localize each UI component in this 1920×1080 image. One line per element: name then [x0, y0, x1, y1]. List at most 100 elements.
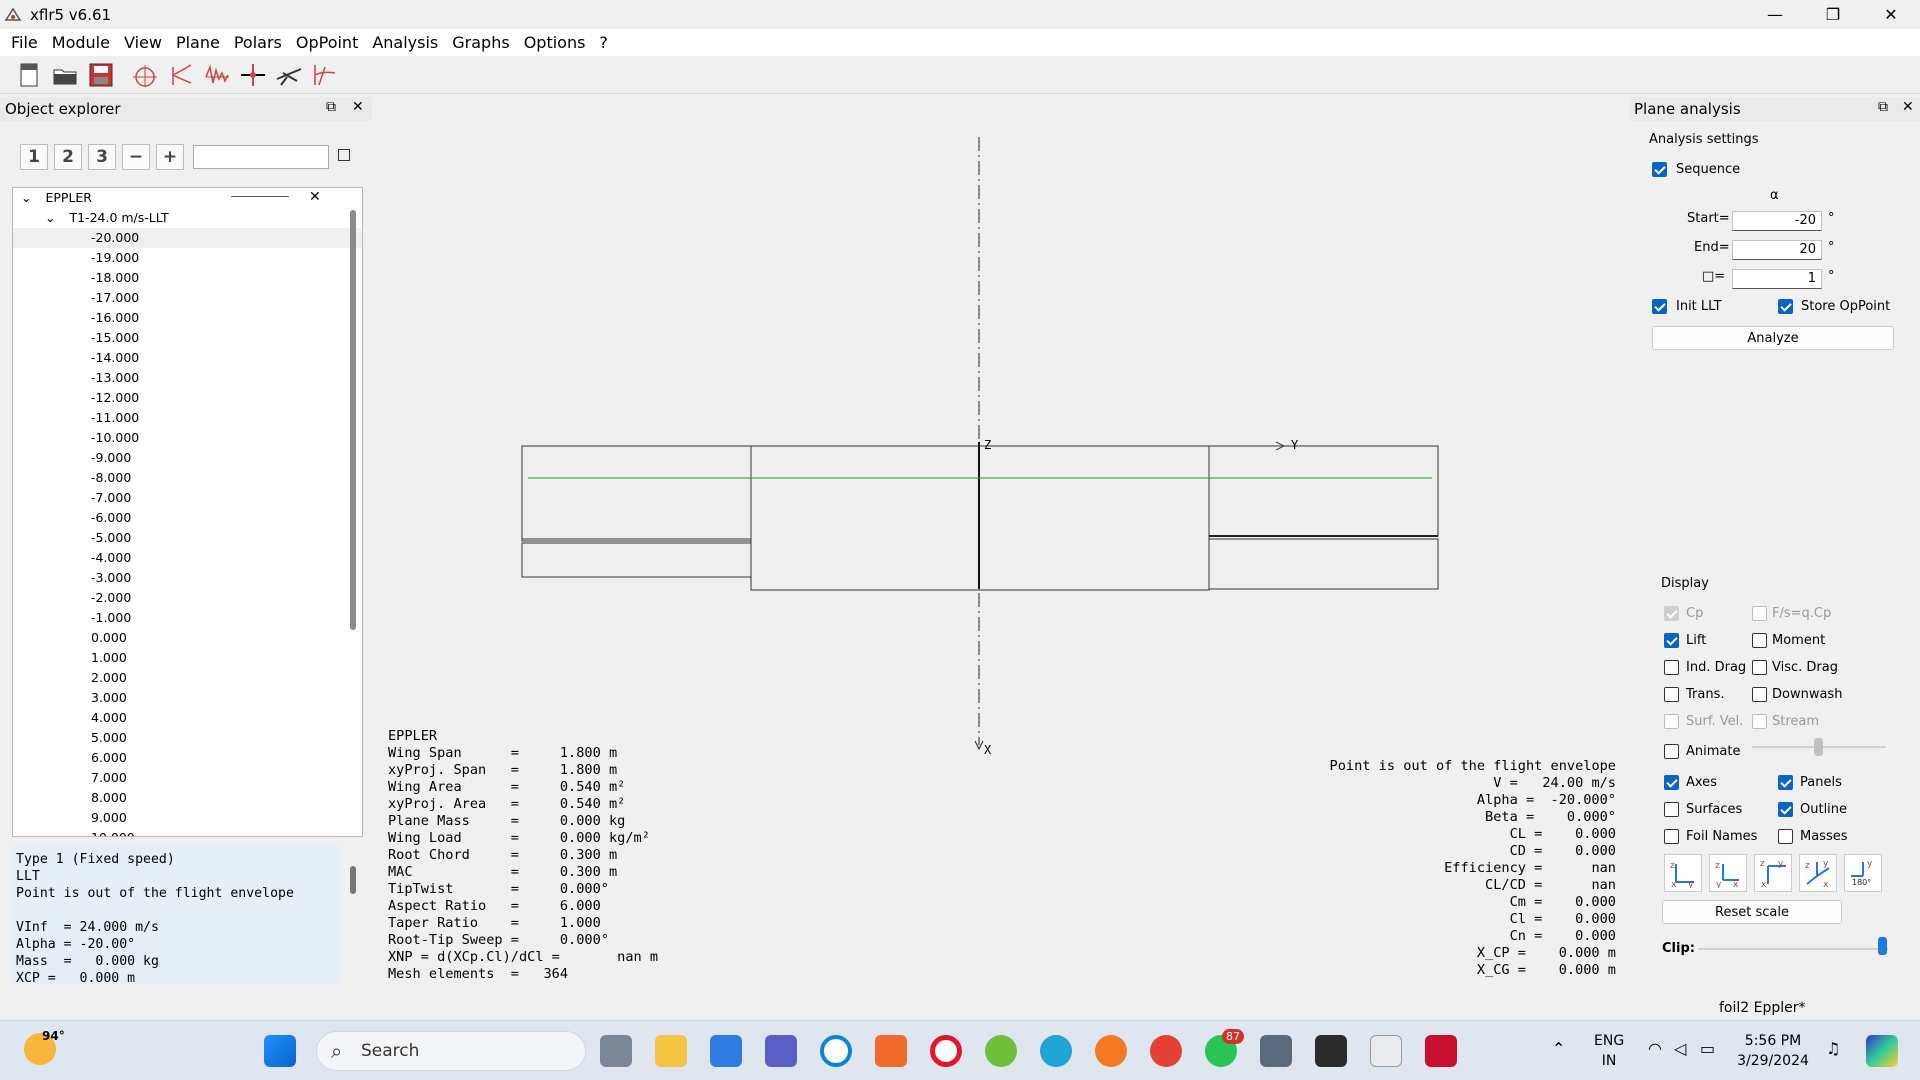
- tree-opp-row[interactable]: -17.000: [13, 288, 362, 308]
- close-dock-icon[interactable]: ✕: [352, 99, 364, 115]
- outline-checkbox[interactable]: [1778, 802, 1793, 817]
- xinverse-icon[interactable]: [310, 60, 340, 90]
- animate-checkbox[interactable]: [1664, 744, 1679, 759]
- notification-bell-icon[interactable]: ♫: [1826, 1039, 1840, 1058]
- iso-view-button[interactable]: z y x: [1799, 854, 1837, 892]
- top-view-button[interactable]: z y x: [1754, 854, 1792, 892]
- start-windows-icon[interactable]: [264, 1035, 296, 1067]
- collapse-button[interactable]: −: [122, 144, 150, 170]
- stream-checkbox[interactable]: [1752, 714, 1767, 729]
- cortana-icon[interactable]: [820, 1035, 852, 1067]
- chrome-icon[interactable]: [1150, 1035, 1182, 1067]
- close-dock-icon[interactable]: ✕: [1902, 99, 1914, 115]
- expand-button[interactable]: +: [156, 144, 184, 170]
- firefox-icon[interactable]: [1095, 1035, 1127, 1067]
- line-style-swatch[interactable]: [231, 196, 289, 197]
- tree-opp-row[interactable]: -2.000: [13, 588, 362, 608]
- tree-scrollbar[interactable]: [350, 210, 356, 630]
- plane-design-icon[interactable]: [274, 60, 304, 90]
- settings-gear-icon[interactable]: [1260, 1035, 1292, 1067]
- tree-opp-row[interactable]: -5.000: [13, 528, 362, 548]
- tree-opp-row[interactable]: -20.000: [13, 228, 362, 248]
- menu-module[interactable]: Module: [45, 33, 117, 52]
- chevron-down-icon[interactable]: ⌄: [21, 190, 31, 205]
- foil-design-icon[interactable]: [238, 60, 268, 90]
- store-opp-checkbox[interactable]: [1778, 299, 1793, 314]
- foil-names-checkbox[interactable]: [1664, 829, 1679, 844]
- tree-opp-row[interactable]: -18.000: [13, 268, 362, 288]
- lift-checkbox[interactable]: [1664, 633, 1679, 648]
- tree-opp-row[interactable]: 2.000: [13, 668, 362, 688]
- language-indicator[interactable]: ENG IN: [1594, 1031, 1624, 1071]
- tree-opp-row[interactable]: 3.000: [13, 688, 362, 708]
- trans-checkbox[interactable]: [1664, 687, 1679, 702]
- tree-opp-row[interactable]: 7.000: [13, 768, 362, 788]
- sequence-checkbox[interactable]: [1652, 162, 1667, 177]
- xfoil-analysis-icon[interactable]: [202, 60, 232, 90]
- open-folder-icon[interactable]: [50, 60, 80, 90]
- task-view-icon[interactable]: [600, 1035, 632, 1067]
- fsqcp-checkbox[interactable]: [1752, 606, 1767, 621]
- tree-opp-row[interactable]: -4.000: [13, 548, 362, 568]
- axes-checkbox[interactable]: [1664, 775, 1679, 790]
- copilot-icon[interactable]: [1866, 1035, 1898, 1067]
- new-file-icon[interactable]: [14, 60, 44, 90]
- level-2-button[interactable]: 2: [54, 144, 82, 170]
- tree-opp-row[interactable]: 9.000: [13, 808, 362, 828]
- cp-checkbox[interactable]: [1664, 606, 1679, 621]
- tree-opp-row[interactable]: 0.000: [13, 628, 362, 648]
- ind-drag-checkbox[interactable]: [1664, 660, 1679, 675]
- menu-help[interactable]: ?: [592, 33, 615, 52]
- menu-analysis[interactable]: Analysis: [365, 33, 445, 52]
- menu-polars[interactable]: Polars: [227, 33, 289, 52]
- tree-plane-row[interactable]: ⌄ EPPLER ✕: [13, 188, 362, 208]
- animate-slider-handle[interactable]: [1814, 738, 1823, 756]
- delta-input[interactable]: 1: [1732, 269, 1822, 289]
- panels-checkbox[interactable]: [1778, 775, 1793, 790]
- terminal-icon[interactable]: [1315, 1035, 1347, 1067]
- tree-opp-row[interactable]: 6.000: [13, 748, 362, 768]
- tree-opp-row[interactable]: 10.000: [13, 828, 362, 836]
- info-scrollbar[interactable]: [350, 866, 356, 894]
- side-view-button[interactable]: z y x: [1709, 854, 1747, 892]
- save-icon[interactable]: [86, 60, 116, 90]
- clip-slider-handle[interactable]: [1878, 937, 1887, 955]
- front-view-button[interactable]: z x y: [1664, 854, 1702, 892]
- menu-file[interactable]: File: [4, 33, 45, 52]
- remove-icon[interactable]: ✕: [309, 188, 321, 207]
- direct-foil-design-icon[interactable]: [130, 60, 160, 90]
- utorrent-icon[interactable]: [985, 1035, 1017, 1067]
- downwash-checkbox[interactable]: [1752, 687, 1767, 702]
- visc-drag-checkbox[interactable]: [1752, 660, 1767, 675]
- tree-opp-row[interactable]: -1.000: [13, 608, 362, 628]
- restore-button[interactable]: ❐: [1804, 0, 1862, 29]
- menu-plane[interactable]: Plane: [169, 33, 227, 52]
- end-input[interactable]: 20: [1732, 240, 1822, 260]
- masses-checkbox[interactable]: [1778, 829, 1793, 844]
- level-3-button[interactable]: 3: [88, 144, 116, 170]
- minimize-button[interactable]: —: [1746, 0, 1804, 29]
- surf-vel-checkbox[interactable]: [1664, 714, 1679, 729]
- tree-opp-row[interactable]: -9.000: [13, 448, 362, 468]
- tree-opp-row[interactable]: -15.000: [13, 328, 362, 348]
- init-llt-checkbox[interactable]: [1652, 299, 1667, 314]
- moment-checkbox[interactable]: [1752, 633, 1767, 648]
- filter-input[interactable]: [193, 145, 329, 169]
- edge-icon[interactable]: [1040, 1035, 1072, 1067]
- chevron-up-icon[interactable]: ⌃: [1552, 1039, 1565, 1058]
- tree-opp-row[interactable]: -14.000: [13, 348, 362, 368]
- mcafee-icon[interactable]: [1425, 1035, 1457, 1067]
- tree-opp-row[interactable]: -10.000: [13, 428, 362, 448]
- surfaces-checkbox[interactable]: [1664, 802, 1679, 817]
- mail-icon[interactable]: [710, 1035, 742, 1067]
- tree-opp-row[interactable]: 4.000: [13, 708, 362, 728]
- tree-opp-row[interactable]: -16.000: [13, 308, 362, 328]
- chevron-down-icon[interactable]: ⌄: [45, 210, 55, 225]
- tree-opp-row[interactable]: -11.000: [13, 408, 362, 428]
- tree-opp-row[interactable]: 8.000: [13, 788, 362, 808]
- tree-polar-row[interactable]: ⌄ T1-24.0 m/s-LLT: [13, 208, 362, 228]
- taskbar-search[interactable]: ⌕ Search: [316, 1031, 586, 1071]
- inverse-design-icon[interactable]: [166, 60, 196, 90]
- filter-checkbox[interactable]: [338, 149, 350, 161]
- reset-scale-button[interactable]: Reset scale: [1662, 900, 1842, 924]
